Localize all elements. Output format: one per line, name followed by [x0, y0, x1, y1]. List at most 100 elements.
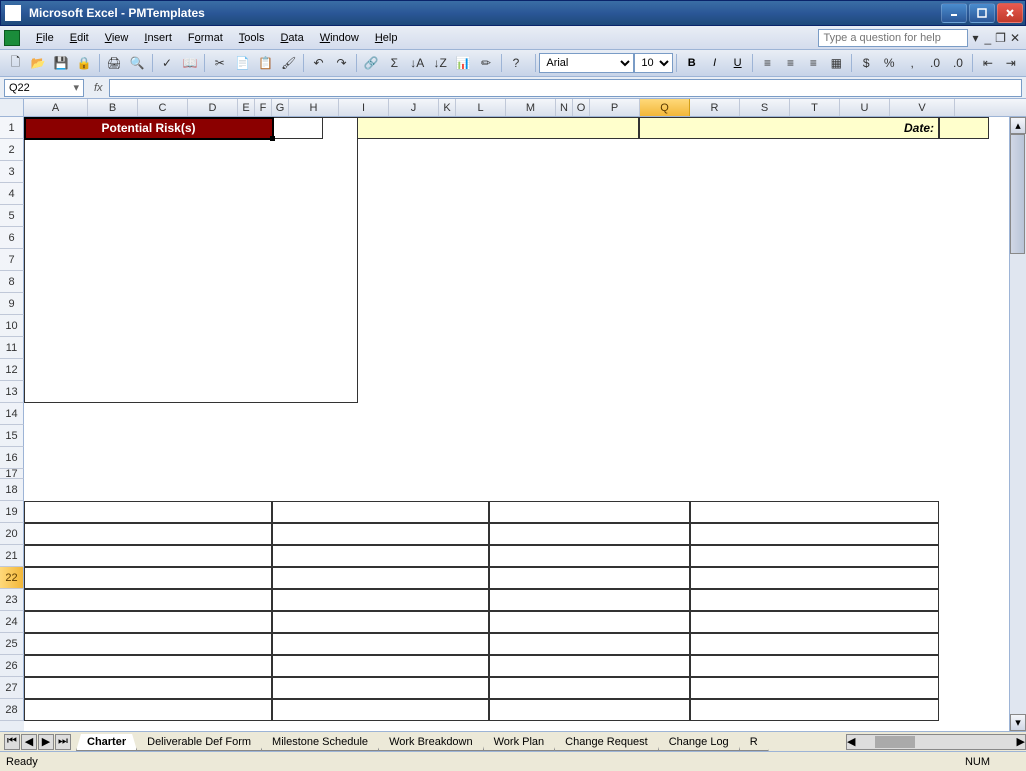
scroll-track[interactable]	[1010, 134, 1026, 714]
copy-button[interactable]: 📄	[232, 52, 253, 74]
row-header-19[interactable]: 19	[0, 501, 24, 523]
research-button[interactable]: 📖	[179, 52, 200, 74]
table-cell[interactable]	[272, 677, 489, 699]
sheet-tab-change-request[interactable]: Change Request	[554, 734, 659, 751]
scroll-up-button[interactable]: ▴	[1010, 117, 1026, 134]
row-header-26[interactable]: 26	[0, 655, 24, 677]
menu-insert[interactable]: Insert	[136, 28, 180, 48]
table-cell[interactable]	[24, 699, 272, 721]
align-center-button[interactable]: ≡	[780, 52, 801, 74]
table-cell[interactable]	[690, 501, 939, 523]
table-cell[interactable]	[272, 545, 489, 567]
table-cell[interactable]	[272, 699, 489, 721]
horizontal-scrollbar[interactable]: ◀ ▶	[846, 734, 1026, 750]
hyperlink-button[interactable]: 🔗	[361, 52, 382, 74]
column-header-V[interactable]: V	[890, 99, 955, 116]
format-painter-button[interactable]: 🖌	[278, 52, 299, 74]
cell-date-label[interactable]: Date:	[639, 117, 939, 139]
table-cell[interactable]	[272, 655, 489, 677]
italic-button[interactable]: I	[704, 52, 725, 74]
table-cell[interactable]	[690, 655, 939, 677]
help-button[interactable]: ?	[505, 52, 526, 74]
row-header-27[interactable]: 27	[0, 677, 24, 699]
minimize-button[interactable]	[941, 3, 967, 23]
table-cell[interactable]	[489, 655, 690, 677]
row-header-15[interactable]: 15	[0, 425, 24, 447]
table-cell[interactable]	[272, 523, 489, 545]
menu-file[interactable]: File	[28, 28, 62, 48]
sheet-tab-deliverable-def-form[interactable]: Deliverable Def Form	[136, 734, 262, 751]
menu-help[interactable]: Help	[367, 28, 406, 48]
drawing-button[interactable]: ✏	[476, 52, 497, 74]
row-header-24[interactable]: 24	[0, 611, 24, 633]
table-cell[interactable]	[489, 567, 690, 589]
sort-asc-button[interactable]: ↓A	[407, 52, 428, 74]
menu-data[interactable]: Data	[272, 28, 311, 48]
row-header-4[interactable]: 4	[0, 183, 24, 205]
column-header-M[interactable]: M	[506, 99, 556, 116]
column-header-H[interactable]: H	[289, 99, 339, 116]
table-cell[interactable]	[272, 501, 489, 523]
menu-tools[interactable]: Tools	[231, 28, 273, 48]
row-header-1[interactable]: 1	[0, 117, 24, 139]
maximize-button[interactable]	[969, 3, 995, 23]
row-header-5[interactable]: 5	[0, 205, 24, 227]
sheet-last-button[interactable]: ⏭	[55, 734, 71, 750]
table-cell[interactable]	[24, 545, 272, 567]
table-cell[interactable]	[489, 523, 690, 545]
table-cell[interactable]	[24, 567, 272, 589]
menu-dropdown-icon[interactable]: ▾	[972, 31, 978, 45]
table-cell[interactable]	[272, 611, 489, 633]
doc-minimize-icon[interactable]: _	[984, 31, 991, 45]
table-cell[interactable]	[489, 589, 690, 611]
table-cell[interactable]	[690, 633, 939, 655]
sheet-tab-charter[interactable]: Charter	[76, 734, 137, 751]
column-header-U[interactable]: U	[840, 99, 890, 116]
row-header-16[interactable]: 16	[0, 447, 24, 469]
sheet-next-button[interactable]: ▶	[38, 734, 54, 750]
table-cell[interactable]	[690, 611, 939, 633]
row-header-14[interactable]: 14	[0, 403, 24, 425]
menu-view[interactable]: View	[97, 28, 137, 48]
underline-button[interactable]: U	[727, 52, 748, 74]
font-name-select[interactable]: Arial	[539, 53, 634, 73]
font-size-select[interactable]: 10	[634, 53, 673, 73]
permission-button[interactable]: 🔒	[74, 52, 95, 74]
table-cell[interactable]	[690, 589, 939, 611]
table-cell[interactable]	[24, 523, 272, 545]
table-cell[interactable]	[489, 677, 690, 699]
sheet-prev-button[interactable]: ◀	[21, 734, 37, 750]
sheet-tab-work-breakdown[interactable]: Work Breakdown	[378, 734, 484, 751]
table-cell[interactable]	[24, 633, 272, 655]
save-button[interactable]: 💾	[51, 52, 72, 74]
name-box[interactable]: Q22 ▾	[4, 79, 84, 97]
column-header-F[interactable]: F	[255, 99, 272, 116]
table-cell[interactable]	[690, 567, 939, 589]
table-cell[interactable]	[690, 523, 939, 545]
row-header-17[interactable]: 17	[0, 469, 24, 479]
redo-button[interactable]: ↷	[331, 52, 352, 74]
column-header-K[interactable]: K	[439, 99, 456, 116]
paste-button[interactable]: 📋	[255, 52, 276, 74]
row-header-3[interactable]: 3	[0, 161, 24, 183]
sheet-tab-milestone-schedule[interactable]: Milestone Schedule	[261, 734, 379, 751]
table-cell[interactable]	[24, 655, 272, 677]
bold-button[interactable]: B	[681, 52, 702, 74]
column-header-P[interactable]: P	[590, 99, 640, 116]
table-cell[interactable]	[690, 545, 939, 567]
cell-business-need-body[interactable]	[24, 117, 358, 403]
row-header-18[interactable]: 18	[0, 479, 24, 501]
row-header-23[interactable]: 23	[0, 589, 24, 611]
vertical-scrollbar[interactable]: ▴ ▾	[1009, 117, 1026, 731]
new-button[interactable]: 🗋	[5, 52, 26, 74]
hscroll-right-button[interactable]: ▶	[1017, 735, 1025, 748]
close-button[interactable]	[997, 3, 1023, 23]
increase-indent-button[interactable]: ⇥	[1000, 52, 1021, 74]
table-cell[interactable]	[489, 545, 690, 567]
grid[interactable]: Project Title: Project #: Date: Roles Sp…	[24, 117, 1009, 731]
increase-decimal-button[interactable]: .0	[925, 52, 946, 74]
cell-risks-header[interactable]: Potential Risk(s)	[24, 117, 273, 139]
table-cell[interactable]	[272, 589, 489, 611]
column-header-L[interactable]: L	[456, 99, 506, 116]
select-all-corner[interactable]	[0, 99, 24, 116]
